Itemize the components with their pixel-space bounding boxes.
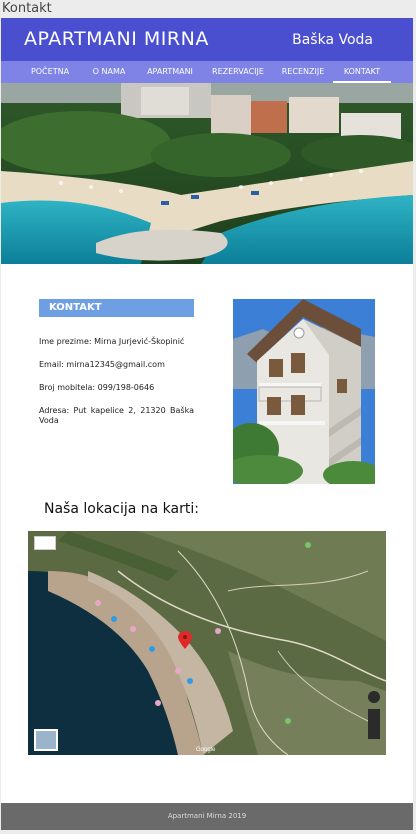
site-title[interactable]: APARTMANI MIRNA [24,28,209,50]
site-header: APARTMANI MIRNA Baška Voda [1,18,413,61]
hero-image [1,83,413,264]
contact-panel: KONTAKT Ime prezime: Mirna Jurjević-Škop… [39,299,194,439]
nav-item-o-nama[interactable]: O NAMA [81,61,137,83]
house-photo [233,299,375,484]
site-footer: Apartmani Mirna 2019 [1,803,413,830]
map-type-control[interactable] [34,536,56,550]
hero-coast-illustration [1,83,413,264]
google-logo: Google [196,747,216,753]
pegman-icon[interactable] [368,691,380,703]
map-layer-thumbnail[interactable] [34,729,58,751]
site-location: Baška Voda [292,32,373,48]
nav-item-apartmani[interactable]: APARTMANI [137,61,203,83]
contact-phone: Broj mobitela: 099/198-0646 [39,383,155,392]
nav-item-kontakt[interactable]: KONTAKT [333,61,391,83]
map-heading: Naša lokacija na karti: [44,501,199,517]
contact-address: Adresa: Put kapelice 2, 21320 Baška Voda [39,406,194,425]
window-title: Kontakt [2,1,52,16]
contact-details: Ime prezime: Mirna Jurjević-Škopinić Ema… [39,337,194,426]
nav-item-pocetna[interactable]: POČETNA [19,61,81,83]
nav-item-recenzije[interactable]: RECENZIJE [273,61,333,83]
house-illustration [233,299,375,484]
main-nav: POČETNA O NAMA APARTMANI REZERVACIJE REC… [1,61,413,83]
satellite-map-view [28,531,386,755]
contact-heading: KONTAKT [39,299,194,317]
contact-name: Ime prezime: Mirna Jurjević-Škopinić [39,337,185,346]
location-map[interactable]: Google [28,531,386,755]
page: APARTMANI MIRNA Baška Voda POČETNA O NAM… [1,18,413,830]
zoom-controls[interactable] [368,709,380,739]
contact-email: Email: mirna12345@gmail.com [39,360,165,369]
nav-item-rezervacije[interactable]: REZERVACIJE [203,61,273,83]
